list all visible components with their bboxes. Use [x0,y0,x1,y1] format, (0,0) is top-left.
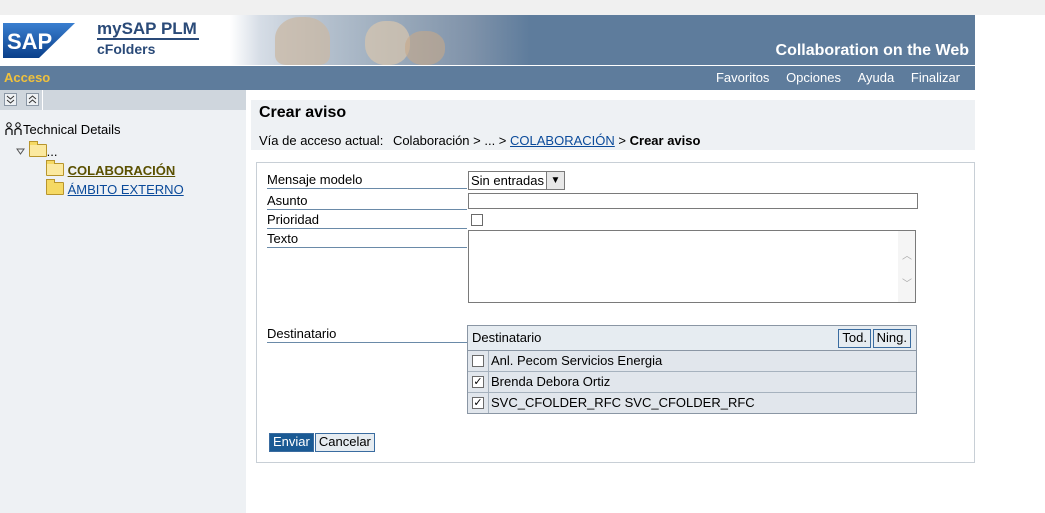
form-actions: Enviar Cancelar [269,433,375,452]
send-button[interactable]: Enviar [269,433,314,452]
select-none-button[interactable]: Ning. [872,329,911,348]
text-label: Texto [267,231,467,248]
folder-open-icon [28,141,47,157]
tree-item-colaboracion[interactable]: COLABORACIÓN [46,160,176,178]
people-icon [5,122,22,135]
scroll-up-icon[interactable]: ︿ [902,247,912,262]
breadcrumb-path: Colaboración > ... > [392,133,507,148]
recipient-checkbox[interactable]: ✓ [472,397,484,409]
tree-collapse-icon[interactable] [16,147,25,156]
tree-root-label: Technical Details [23,122,121,137]
select-all-button[interactable]: Tod. [838,329,871,348]
page-header: Crear aviso Vía de acceso actual: Colabo… [251,100,975,150]
product-line1: mySAP PLM [97,19,199,40]
subject-input[interactable] [468,193,918,209]
breadcrumb-label: Vía de acceso actual: [259,133,384,148]
svg-text:SAP: SAP [7,29,52,54]
tree-node-parent-label: ... [46,144,58,159]
template-label: Mensaje modelo [267,172,467,189]
recipients-column-header: Destinatario [472,330,542,345]
sap-logo: SAP [3,23,75,58]
section-title: Acceso [4,70,51,85]
table-row: ✓ SVC_CFOLDER_RFC SVC_CFOLDER_RFC [468,393,916,413]
sidebar-toolbar [0,90,246,110]
folder-icon [46,179,64,195]
tree-item-ambito-externo[interactable]: ÁMBITO EXTERNO [46,179,184,197]
recipient-name: SVC_CFOLDER_RFC SVC_CFOLDER_RFC [491,395,755,410]
cancel-button[interactable]: Cancelar [314,433,375,452]
breadcrumb: Vía de acceso actual: Colaboración > ...… [259,133,700,148]
table-row: Anl. Pecom Servicios Energia [468,351,916,372]
recipient-name: Anl. Pecom Servicios Energia [491,353,663,368]
top-strip [0,0,1045,15]
sidebar: Technical Details ... COLABORACIÓN ÁMBIT… [0,90,246,513]
collapse-all-icon[interactable] [26,93,39,106]
priority-checkbox[interactable] [471,214,483,226]
template-select[interactable]: Sin entradas ▼ [468,171,565,190]
create-notice-form: Mensaje modelo Sin entradas ▼ Asunto Pri… [256,162,975,463]
logo-area: SAP mySAP PLM cFolders [0,15,230,65]
page-title: Crear aviso [259,104,347,121]
menu-finalizar[interactable]: Finalizar [911,70,960,85]
app-banner: SAP mySAP PLM cFolders Collaboration on … [0,15,975,65]
text-area-scrollbar[interactable]: ︿ ﹀ [898,231,915,302]
recipient-checkbox[interactable]: ✓ [472,376,484,388]
menu-opciones[interactable]: Opciones [786,70,841,85]
breadcrumb-link-colaboracion[interactable]: COLABORACIÓN [510,133,615,148]
chevron-down-icon[interactable]: ▼ [546,172,564,189]
folder-open-icon [46,160,64,176]
scroll-down-icon[interactable]: ﹀ [902,275,912,290]
top-menu: Favoritos Opciones Ayuda Finalizar [703,70,960,85]
recipients-table: Destinatario Tod. Ning. Anl. Pecom Servi… [467,325,917,414]
recipient-checkbox[interactable] [472,355,484,367]
nav-bar: Acceso Favoritos Opciones Ayuda Finaliza… [0,66,975,90]
priority-label: Prioridad [267,212,467,229]
tree-item-colaboracion-label[interactable]: COLABORACIÓN [68,163,176,178]
subject-label: Asunto [267,193,467,210]
breadcrumb-separator: > [618,133,626,148]
menu-favoritos[interactable]: Favoritos [716,70,769,85]
expand-all-icon[interactable] [4,93,17,106]
product-name: mySAP PLM cFolders [97,19,199,58]
recipient-name: Brenda Debora Ortiz [491,374,611,389]
template-select-value: Sin entradas [471,173,544,188]
menu-ayuda[interactable]: Ayuda [858,70,895,85]
tree-root[interactable]: Technical Details [5,122,121,137]
banner-photo [230,15,530,65]
tree-node-parent[interactable]: ... [16,141,58,159]
product-line2: cFolders [97,41,156,57]
table-row: ✓ Brenda Debora Ortiz [468,372,916,393]
tree-item-ambito-externo-label[interactable]: ÁMBITO EXTERNO [68,182,184,197]
breadcrumb-current: Crear aviso [629,133,701,148]
recipients-table-header: Destinatario Tod. Ning. [468,326,916,351]
text-area[interactable]: ︿ ﹀ [468,230,916,303]
tagline: Collaboration on the Web [775,42,969,59]
recipient-label: Destinatario [267,326,467,343]
